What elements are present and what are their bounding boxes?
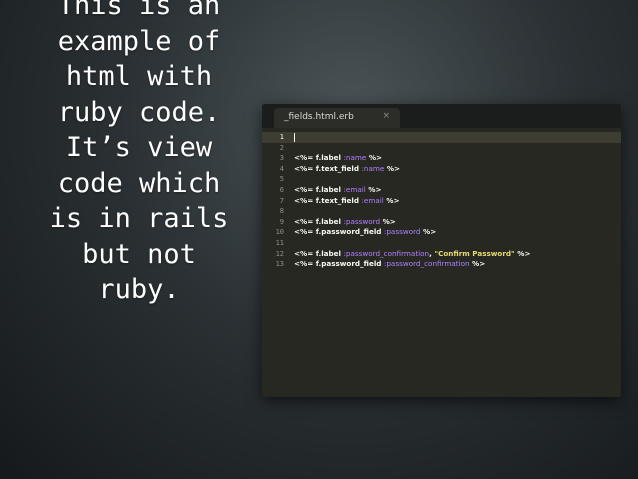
code-token-tag: <%= [294,184,316,194]
code-token-sym: :password [383,227,421,237]
code-token-sym: :email [343,184,366,194]
code-token-sym: :password_confirmation [343,248,430,258]
code-token-tag: %> [380,216,396,226]
code-token-tag: %> [469,259,486,269]
file-tab-title: _fields.html.erb [284,112,354,122]
code-token-method: f.label [315,153,344,163]
file-tab[interactable]: _fields.html.erb × [274,108,400,128]
code-token-str: "Confirm Password" [434,248,515,258]
code-line[interactable] [288,132,621,143]
code-line[interactable] [294,206,621,217]
code-line[interactable]: <%= f.text_field :email %> [294,196,621,207]
slide-caption: This is an example of html with ruby cod… [49,0,229,305]
code-line[interactable]: <%= f.label :name %> [294,153,621,164]
close-icon[interactable]: × [382,111,390,121]
code-line[interactable]: <%= f.text_field :name %> [294,164,621,175]
code-token-tag: %> [514,248,531,258]
code-token-tag: %> [383,195,400,205]
code-line[interactable]: <%= f.label :password %> [294,217,621,228]
tab-bar: _fields.html.erb × [262,104,621,128]
code-lines[interactable]: <%= f.label :name %> <%= f.text_field :na… [288,132,621,270]
line-number: 12 [275,249,284,258]
code-token-tag: <%= [294,227,316,237]
code-line[interactable]: <%= f.password_field :password %> [294,227,621,238]
code-token-sym: :password_confirmation [383,259,470,269]
code-token-method: f.text_field [315,163,362,173]
line-number: 10 [275,228,284,237]
line-number: 7 [279,196,284,205]
code-token-sym: :email [361,195,384,205]
code-token-method: f.password_field [315,259,384,269]
code-token-sym: :password [343,216,381,226]
code-token-method: f.text_field [315,195,362,205]
line-number: 2 [279,143,284,152]
code-token-tag: %> [420,227,437,237]
code-editor-window: _fields.html.erb × 1 2 3 4 5 6 7 8 9 10 11 12 13 <%=… [262,104,621,397]
code-line[interactable] [294,174,621,185]
code-token-tag: <%= [294,248,316,258]
code-token-tag: <%= [294,216,316,226]
code-token-tag: %> [384,163,401,173]
code-token-tag: %> [365,184,382,194]
code-token-method: f.label [315,184,344,194]
code-token-tag: <%= [294,195,316,205]
code-token-tag: %> [366,153,383,163]
code-area[interactable]: 1 2 3 4 5 6 7 8 9 10 11 12 13 <%= f.label :name %> <%… [262,128,621,397]
line-number: 13 [275,260,284,269]
line-number-gutter: 1 2 3 4 5 6 7 8 9 10 11 12 13 [262,132,288,270]
text-cursor [294,132,295,142]
code-token-tag: <%= [294,259,316,269]
line-number: 11 [275,238,284,247]
code-token-method: f.label [315,216,344,226]
line-number: 3 [279,154,284,163]
code-line[interactable] [294,143,621,154]
code-token-tag: <%= [294,163,316,173]
code-line[interactable]: <%= f.password_field :password_confirmat… [294,259,621,270]
code-line[interactable] [294,238,621,249]
line-number: 1 [262,132,288,143]
code-token-sym: :name [343,153,367,163]
code-token-tag: <%= [294,153,316,163]
line-number: 4 [279,164,284,173]
code-token-method: f.password_field [315,227,384,237]
line-number: 6 [279,185,284,194]
line-number: 9 [279,217,284,226]
code-line[interactable]: <%= f.label :email %> [294,185,621,196]
line-number: 8 [279,207,284,216]
line-number: 5 [279,175,284,184]
code-line[interactable]: <%= f.label :password_confirmation, "Con… [294,249,621,260]
code-token-method: f.label [315,248,344,258]
code-token-sym: :name [361,163,385,173]
